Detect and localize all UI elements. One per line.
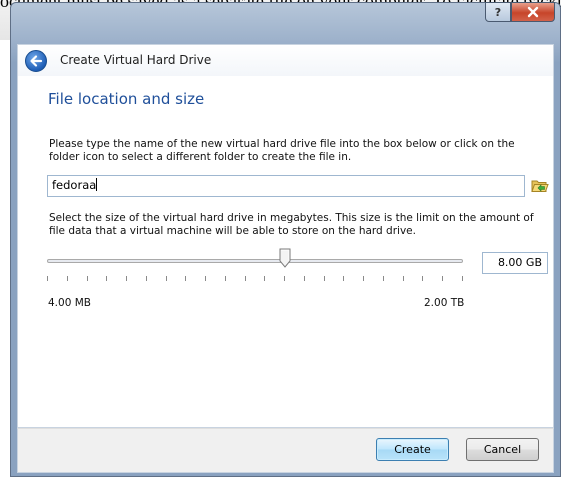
slider-thumb-icon [279,248,291,268]
slider-tick [47,276,48,281]
window-title: Create Virtual Hard Drive [60,53,212,67]
slider-tick [205,276,206,281]
slider-tick [166,276,167,281]
slider-min-label: 4.00 MB [48,297,91,309]
location-description: Please type the name of the new virtual … [49,138,515,163]
slider-tick [383,276,384,281]
cancel-button[interactable]: Cancel [466,438,539,461]
file-name-input[interactable]: fedoraa [47,175,525,197]
close-button[interactable] [511,2,555,22]
text-caret [96,178,98,191]
wizard-content: File location and size Please type the n… [17,76,554,428]
slider-tick [462,276,463,281]
wizard-header: Create Virtual Hard Drive [17,44,554,76]
slider-tick [126,276,127,281]
create-button[interactable]: Create [376,438,449,461]
file-name-value: fedoraa [52,178,97,192]
slider-tick [324,276,325,281]
size-slider-ticks [47,276,463,281]
close-icon [527,6,539,18]
size-slider-track[interactable] [47,259,463,263]
slider-tick [284,276,285,281]
slider-tick [422,276,423,281]
slider-tick [67,276,68,281]
slider-tick [363,276,364,281]
slider-tick [264,276,265,281]
slider-max-label: 2.00 TB [424,297,465,309]
back-arrow-icon [30,55,43,67]
slider-tick [87,276,88,281]
help-button[interactable]: ? [485,2,511,22]
slider-tick [106,276,107,281]
size-slider-thumb[interactable] [279,248,291,268]
slider-tick [146,276,147,281]
help-icon: ? [494,5,502,19]
slider-tick [185,276,186,281]
folder-icon [531,180,549,192]
slider-tick [343,276,344,281]
slider-tick [225,276,226,281]
choose-folder-button[interactable] [530,176,550,196]
wizard-footer: Create Cancel [17,428,554,473]
slider-tick [304,276,305,281]
size-input[interactable]: 8.00 GB [482,252,548,274]
back-button[interactable] [25,50,47,72]
size-description: Select the size of the virtual hard driv… [49,212,534,237]
slider-tick [442,276,443,281]
slider-tick [403,276,404,281]
slider-tick [245,276,246,281]
page-title: File location and size [48,90,205,108]
